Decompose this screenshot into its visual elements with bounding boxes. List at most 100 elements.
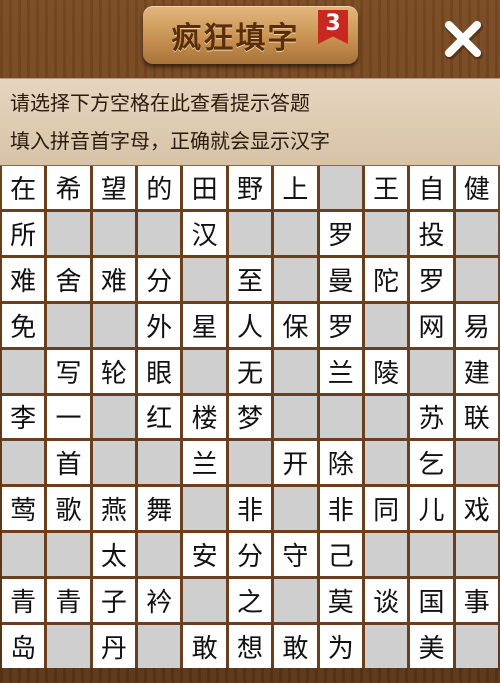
grid-cell-filled[interactable]: 苏	[410, 395, 453, 439]
grid-cell-empty[interactable]	[183, 257, 226, 301]
grid-cell-filled[interactable]: 燕	[92, 487, 136, 531]
grid-cell-empty[interactable]	[364, 533, 408, 577]
grid-cell-empty[interactable]	[92, 303, 136, 347]
grid-cell-empty[interactable]	[47, 533, 90, 577]
grid-cell-filled[interactable]: 曼	[319, 257, 362, 301]
grid-cell-empty[interactable]	[2, 441, 45, 485]
grid-cell-filled[interactable]: 敢	[183, 625, 226, 668]
grid-cell-filled[interactable]: 罗	[319, 303, 362, 347]
grid-cell-empty[interactable]	[138, 441, 181, 485]
grid-cell-filled[interactable]: 无	[228, 349, 272, 393]
grid-cell-filled[interactable]: 陵	[364, 349, 408, 393]
grid-cell-empty[interactable]	[92, 395, 136, 439]
grid-cell-filled[interactable]: 开	[274, 441, 317, 485]
grid-cell-filled[interactable]: 事	[455, 579, 498, 623]
grid-cell-empty[interactable]	[274, 579, 317, 623]
grid-cell-filled[interactable]: 难	[92, 257, 136, 301]
grid-cell-filled[interactable]: 美	[410, 625, 453, 668]
grid-cell-empty[interactable]	[274, 211, 317, 255]
grid-cell-filled[interactable]: 星	[183, 303, 226, 347]
grid-cell-filled[interactable]: 望	[92, 166, 136, 209]
grid-cell-empty[interactable]	[410, 533, 453, 577]
grid-cell-filled[interactable]: 自	[410, 166, 453, 209]
grid-cell-filled[interactable]: 所	[2, 211, 45, 255]
grid-cell-filled[interactable]: 梦	[228, 395, 272, 439]
grid-cell-empty[interactable]	[364, 441, 408, 485]
grid-cell-filled[interactable]: 王	[364, 166, 408, 209]
grid-cell-empty[interactable]	[319, 395, 362, 439]
grid-cell-empty[interactable]	[92, 441, 136, 485]
grid-cell-filled[interactable]: 至	[228, 257, 272, 301]
grid-cell-filled[interactable]: 陀	[364, 257, 408, 301]
grid-cell-filled[interactable]: 李	[2, 395, 45, 439]
grid-cell-filled[interactable]: 人	[228, 303, 272, 347]
grid-cell-filled[interactable]: 联	[455, 395, 498, 439]
grid-cell-empty[interactable]	[364, 395, 408, 439]
grid-cell-filled[interactable]: 太	[92, 533, 136, 577]
grid-cell-filled[interactable]: 乞	[410, 441, 453, 485]
grid-cell-filled[interactable]: 舍	[47, 257, 90, 301]
grid-cell-empty[interactable]	[92, 211, 136, 255]
grid-cell-filled[interactable]: 国	[410, 579, 453, 623]
grid-cell-filled[interactable]: 衿	[138, 579, 181, 623]
grid-cell-filled[interactable]: 希	[47, 166, 90, 209]
grid-cell-empty[interactable]	[364, 211, 408, 255]
grid-cell-empty[interactable]	[2, 533, 45, 577]
grid-cell-filled[interactable]: 同	[364, 487, 408, 531]
grid-cell-filled[interactable]: 写	[47, 349, 90, 393]
grid-cell-empty[interactable]	[183, 579, 226, 623]
grid-cell-filled[interactable]: 眼	[138, 349, 181, 393]
grid-cell-filled[interactable]: 青	[47, 579, 90, 623]
grid-cell-filled[interactable]: 网	[410, 303, 453, 347]
grid-cell-filled[interactable]: 莫	[319, 579, 362, 623]
grid-cell-filled[interactable]: 在	[2, 166, 45, 209]
grid-cell-empty[interactable]	[274, 257, 317, 301]
grid-cell-filled[interactable]: 兰	[183, 441, 226, 485]
grid-cell-empty[interactable]	[274, 487, 317, 531]
grid-cell-empty[interactable]	[47, 211, 90, 255]
grid-cell-filled[interactable]: 田	[183, 166, 226, 209]
grid-cell-empty[interactable]	[364, 303, 408, 347]
grid-cell-filled[interactable]: 儿	[410, 487, 453, 531]
grid-cell-empty[interactable]	[138, 533, 181, 577]
grid-cell-filled[interactable]: 非	[319, 487, 362, 531]
grid-cell-empty[interactable]	[319, 166, 362, 209]
grid-cell-empty[interactable]	[183, 487, 226, 531]
grid-cell-filled[interactable]: 野	[228, 166, 272, 209]
grid-cell-filled[interactable]: 外	[138, 303, 181, 347]
grid-cell-empty[interactable]	[455, 625, 498, 668]
grid-cell-filled[interactable]: 子	[92, 579, 136, 623]
grid-cell-filled[interactable]: 上	[274, 166, 317, 209]
grid-cell-filled[interactable]: 易	[455, 303, 498, 347]
grid-cell-empty[interactable]	[455, 533, 498, 577]
grid-cell-filled[interactable]: 兰	[319, 349, 362, 393]
grid-cell-empty[interactable]	[183, 349, 226, 393]
grid-cell-filled[interactable]: 投	[410, 211, 453, 255]
grid-cell-empty[interactable]	[455, 211, 498, 255]
grid-cell-filled[interactable]: 敢	[274, 625, 317, 668]
grid-cell-empty[interactable]	[228, 441, 272, 485]
grid-cell-filled[interactable]: 难	[2, 257, 45, 301]
grid-cell-filled[interactable]: 红	[138, 395, 181, 439]
grid-cell-filled[interactable]: 想	[228, 625, 272, 668]
grid-cell-empty[interactable]	[138, 211, 181, 255]
grid-cell-filled[interactable]: 分	[138, 257, 181, 301]
grid-cell-empty[interactable]	[364, 625, 408, 668]
grid-cell-filled[interactable]: 汉	[183, 211, 226, 255]
grid-cell-empty[interactable]	[410, 349, 453, 393]
grid-cell-empty[interactable]	[138, 625, 181, 668]
grid-cell-filled[interactable]: 己	[319, 533, 362, 577]
grid-cell-filled[interactable]: 罗	[319, 211, 362, 255]
grid-cell-filled[interactable]: 青	[2, 579, 45, 623]
grid-cell-empty[interactable]	[274, 395, 317, 439]
grid-cell-filled[interactable]: 安	[183, 533, 226, 577]
grid-cell-filled[interactable]: 首	[47, 441, 90, 485]
grid-cell-filled[interactable]: 谈	[364, 579, 408, 623]
grid-cell-filled[interactable]: 丹	[92, 625, 136, 668]
grid-cell-filled[interactable]: 为	[319, 625, 362, 668]
grid-cell-empty[interactable]	[47, 625, 90, 668]
grid-cell-filled[interactable]: 一	[47, 395, 90, 439]
grid-cell-filled[interactable]: 戏	[455, 487, 498, 531]
grid-cell-filled[interactable]: 歌	[47, 487, 90, 531]
grid-cell-filled[interactable]: 罗	[410, 257, 453, 301]
